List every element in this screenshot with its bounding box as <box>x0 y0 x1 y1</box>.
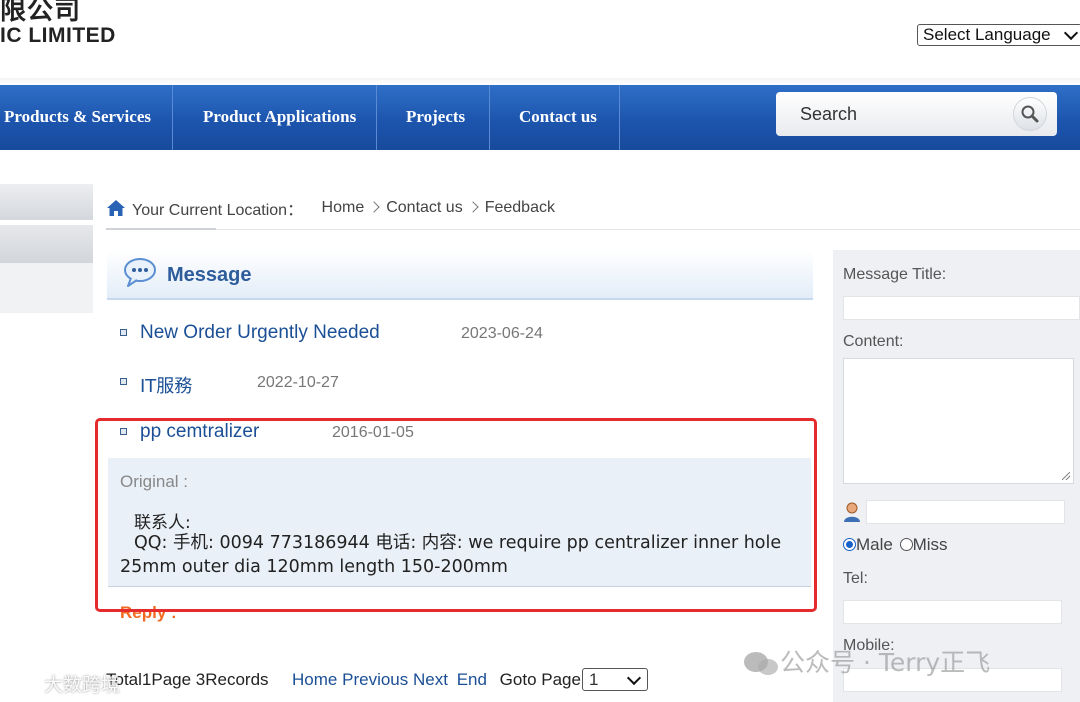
page-next-link[interactable]: Next <box>413 670 448 689</box>
language-select[interactable]: Select Language <box>917 24 1080 46</box>
gender-group: Male Miss <box>843 535 948 555</box>
message-date: 2023-06-24 <box>461 325 543 342</box>
message-title[interactable]: New Order Urgently Needed <box>140 322 380 344</box>
nav-projects[interactable]: Projects <box>406 85 465 150</box>
content-label: Content: <box>843 333 904 350</box>
gender-miss-label: Miss <box>912 535 948 554</box>
nav-divider <box>376 85 377 150</box>
nav-product-applications[interactable]: Product Applications <box>203 85 356 150</box>
tel-field[interactable] <box>843 600 1062 624</box>
radio-miss[interactable] <box>899 538 913 551</box>
page-previous-link[interactable]: Previous <box>342 670 408 689</box>
watermark-right: 公众号 · Terry正飞 <box>742 643 990 679</box>
message-title-label: Message Title: <box>843 266 947 283</box>
wechat-icon <box>744 652 778 675</box>
goto-page-label: Goto Page <box>499 670 581 689</box>
message-date: 2022-10-27 <box>257 374 339 391</box>
user-icon <box>844 502 860 522</box>
breadcrumb-divider-accent <box>106 228 216 230</box>
watermark-left: 大数跨境 <box>8 670 120 697</box>
page-end-link[interactable]: End <box>457 670 487 689</box>
magnifier-icon <box>1021 105 1039 123</box>
chevron-right-icon <box>368 201 380 213</box>
breadcrumb: Your Current Location： Home Contact us Fee… <box>106 196 555 219</box>
name-field[interactable] <box>866 500 1065 524</box>
pagination-summary: Total1Page 3Records <box>106 670 269 689</box>
nav-divider <box>619 85 620 150</box>
home-icon <box>107 200 125 216</box>
breadcrumb-contact-us[interactable]: Contact us <box>386 199 462 216</box>
highlight-frame <box>95 418 817 612</box>
sidebar-panel <box>0 263 93 313</box>
nav-divider <box>172 85 173 150</box>
sidebar-item[interactable] <box>0 184 93 220</box>
speech-bubble-icon <box>124 258 156 287</box>
nav-contact-us[interactable]: Contact us <box>519 85 597 150</box>
feedback-form: Message Title: Content: Male Miss Tel: M… <box>833 250 1080 702</box>
chevron-right-icon <box>467 201 479 213</box>
chevron-down-icon <box>626 670 642 686</box>
breadcrumb-home[interactable]: Home <box>322 199 365 216</box>
message-section-header: Message <box>107 250 813 300</box>
message-heading: Message <box>167 264 252 286</box>
sidebar-item[interactable] <box>0 225 93 263</box>
search-input[interactable]: Search <box>800 104 857 125</box>
wechat-channel-icon <box>9 676 37 694</box>
resize-handle-icon[interactable] <box>1062 472 1070 480</box>
main-nav: Products & Services Product Applications… <box>0 85 1080 150</box>
search-box[interactable]: Search <box>776 92 1057 136</box>
page-home-link[interactable]: Home <box>292 670 337 689</box>
gender-male-label: Male <box>856 535 893 554</box>
content-field[interactable] <box>843 358 1074 484</box>
company-logo-english: IC LIMITED <box>0 24 116 47</box>
message-title[interactable]: IT服務 <box>140 372 192 398</box>
radio-male[interactable] <box>843 538 856 551</box>
tel-label: Tel: <box>843 570 868 587</box>
bullet-icon <box>120 329 127 336</box>
message-title-field[interactable] <box>843 296 1080 320</box>
page-select[interactable]: 1 <box>582 668 648 691</box>
breadcrumb-feedback[interactable]: Feedback <box>485 199 555 216</box>
language-select-value: Select Language <box>923 25 1051 44</box>
page-select-value: 1 <box>589 670 599 689</box>
chevron-down-icon <box>1063 25 1079 41</box>
watermark-left-text: 大数跨境 <box>44 674 121 696</box>
bullet-icon <box>120 378 127 385</box>
nav-products-services[interactable]: Products & Services <box>4 85 151 150</box>
search-button[interactable] <box>1013 97 1047 131</box>
nav-divider <box>489 85 490 150</box>
breadcrumb-divider <box>106 229 1080 230</box>
breadcrumb-prefix: Your Current Location： <box>132 202 304 219</box>
company-logo-chinese: 限公司 <box>0 0 82 26</box>
watermark-right-text: 公众号 · Terry正飞 <box>780 648 991 677</box>
pagination: Total1Page 3Records Home Previous Next E… <box>106 670 581 690</box>
